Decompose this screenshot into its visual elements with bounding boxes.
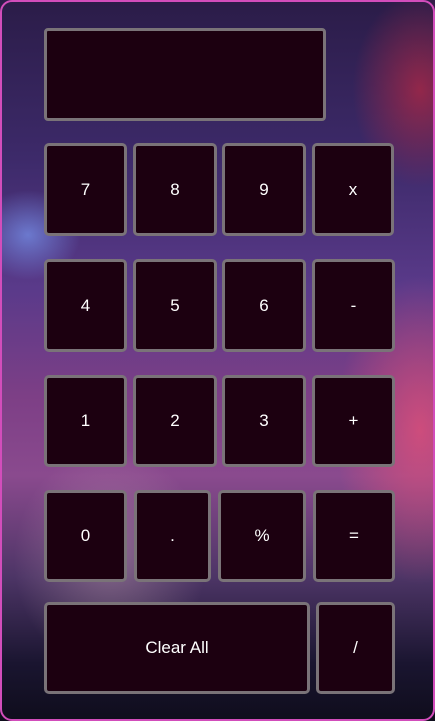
key-equals[interactable]: =	[313, 490, 395, 582]
key-4[interactable]: 4	[44, 259, 127, 352]
key-decimal[interactable]: .	[134, 490, 211, 582]
key-3[interactable]: 3	[222, 375, 306, 467]
calculator-display	[44, 28, 326, 121]
clear-all-button[interactable]: Clear All	[44, 602, 310, 694]
key-plus[interactable]: +	[312, 375, 395, 467]
key-6[interactable]: 6	[222, 259, 306, 352]
key-percent[interactable]: %	[218, 490, 306, 582]
key-7[interactable]: 7	[44, 143, 127, 236]
key-5[interactable]: 5	[133, 259, 217, 352]
key-8[interactable]: 8	[133, 143, 217, 236]
key-2[interactable]: 2	[133, 375, 217, 467]
key-minus[interactable]: -	[312, 259, 395, 352]
key-1[interactable]: 1	[44, 375, 127, 467]
key-9[interactable]: 9	[222, 143, 306, 236]
key-multiply[interactable]: x	[312, 143, 394, 236]
key-0[interactable]: 0	[44, 490, 127, 582]
key-divide[interactable]: /	[316, 602, 395, 694]
